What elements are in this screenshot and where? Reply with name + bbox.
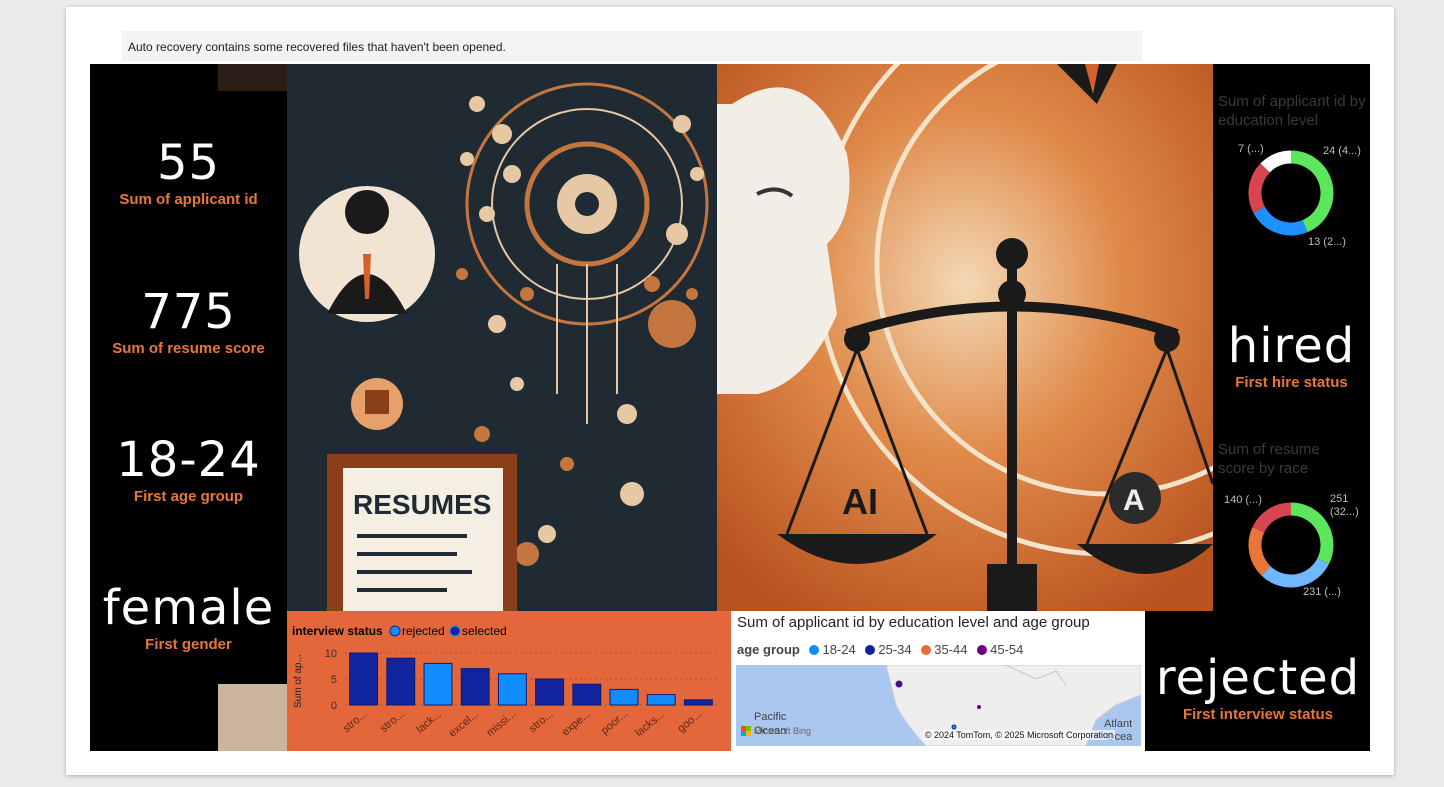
legend-dot-35-44 (921, 645, 932, 655)
bar-x-tick-label: lacks... (633, 708, 667, 739)
bar[interactable] (609, 688, 639, 706)
image-strip-top (218, 64, 288, 91)
donut-slice[interactable] (1290, 502, 1334, 565)
donut-label: 231 (...) (1303, 586, 1341, 598)
legend-marker-rejected (389, 625, 401, 637)
donut-education-title: Sum of applicant id by education level (1218, 93, 1366, 129)
donut-race-chart[interactable] (1248, 502, 1334, 588)
bar-x-tick-label: stro... (527, 708, 556, 735)
kpi-label: First interview status (1182, 706, 1334, 723)
bar-y-tick-label: 5 (331, 674, 337, 686)
donut-label: 251 (32...) (1330, 493, 1359, 518)
bar[interactable] (460, 668, 490, 706)
map-canvas[interactable]: Pacific Ocean Atlant Ocea Microsoft Bing… (736, 665, 1141, 746)
kpi-label: Sum of resume score (112, 340, 265, 357)
donut-slice[interactable] (1261, 557, 1330, 588)
report-canvas: RESUMES AI A 55 Sum of applicant id 775 … (90, 64, 1370, 751)
donut-label: 140 (...) (1224, 494, 1262, 506)
bar-legend-title: interview status (292, 624, 383, 638)
legend-item-18-24[interactable]: 18-24 (822, 642, 855, 657)
legend-marker-selected (449, 625, 461, 637)
donut-slice[interactable] (1248, 163, 1271, 213)
map-label-pacific: Pacific (754, 711, 787, 723)
kpi-first-interview-status[interactable]: rejected First interview status (1146, 654, 1370, 723)
map-point[interactable] (977, 705, 981, 709)
bar-x-tick-label: missi... (484, 708, 518, 739)
map-bing-label: Microsoft Bing (754, 726, 812, 736)
kpi-value: 775 (141, 284, 236, 340)
recovery-notification[interactable]: Auto recovery contains some recovered fi… (122, 31, 1142, 61)
donut-slice[interactable] (1290, 150, 1334, 233)
legend-dot-18-24 (809, 645, 820, 655)
bar-x-tick-label: excel... (447, 708, 481, 740)
kpi-value: female (102, 580, 275, 636)
bar-chart[interactable]: interview status rejected selected Sum o… (287, 611, 731, 751)
donut-slice[interactable] (1253, 206, 1308, 236)
bar[interactable] (683, 699, 713, 706)
kpi-value: 18-24 (116, 432, 261, 488)
kpi-value: hired (1227, 318, 1356, 374)
bar[interactable] (572, 683, 602, 706)
bar-x-tick-label: poor... (599, 708, 630, 737)
hero-a-text: A (1123, 484, 1145, 517)
legend-item-rejected[interactable]: rejected (402, 624, 445, 638)
donut-slice[interactable] (1252, 502, 1292, 533)
legend-item-25-34[interactable]: 25-34 (878, 642, 911, 657)
bar-x-tick-label: expe... (560, 708, 593, 738)
bar-y-axis-label: Sum of ap... (293, 654, 304, 708)
image-strip-bottom (218, 684, 288, 751)
kpi-label: First hire status (1235, 374, 1348, 391)
map-point[interactable] (951, 724, 957, 730)
map-point[interactable] (895, 680, 903, 688)
donut-slice[interactable] (1248, 527, 1271, 576)
bar[interactable] (386, 657, 416, 706)
bar[interactable] (349, 652, 379, 706)
hero-ai-text: AI (842, 481, 878, 522)
bar[interactable] (535, 678, 565, 706)
bar-y-tick-label: 10 (325, 648, 337, 660)
microsoft-logo-icon (741, 726, 751, 736)
bar[interactable] (646, 694, 676, 706)
kpi-label: First gender (145, 636, 232, 653)
donut-education-chart[interactable] (1248, 150, 1334, 236)
bar-x-tick-label: stro... (378, 708, 407, 735)
kpi-resume-score-sum[interactable]: 775 Sum of resume score (90, 288, 287, 357)
bar[interactable] (497, 673, 527, 706)
map-title: Sum of applicant id by education level a… (737, 614, 1090, 631)
bar-chart-panel[interactable]: interview status rejected selected Sum o… (287, 611, 731, 751)
map-legend-title: age group (737, 642, 800, 657)
legend-item-selected[interactable]: selected (462, 624, 507, 638)
kpi-label: First age group (133, 488, 244, 505)
kpi-applicant-id-sum[interactable]: 55 Sum of applicant id (90, 139, 287, 208)
donut-slice[interactable] (1260, 150, 1292, 173)
bar-x-tick-label: stro... (341, 708, 370, 735)
donut-label: 24 (4...) (1323, 145, 1361, 157)
donut-race-title: Sum of resume score by race (1218, 441, 1320, 477)
kpi-label: Sum of applicant id (119, 191, 258, 208)
legend-item-35-44[interactable]: 35-44 (934, 642, 967, 657)
legend-item-45-54[interactable]: 45-54 (990, 642, 1023, 657)
map-legend: age group 18-24 25-34 35-44 45-54 (737, 642, 1023, 657)
legend-dot-45-54 (977, 645, 988, 655)
map-copyright: © 2024 TomTom, © 2025 Microsoft Corporat… (922, 730, 1115, 740)
donut-label: 13 (2...) (1308, 236, 1346, 248)
map-panel[interactable]: Sum of applicant id by education level a… (731, 611, 1145, 751)
hero-image: RESUMES AI A (287, 64, 1213, 611)
kpi-first-age-group[interactable]: 18-24 First age group (90, 436, 287, 505)
legend-dot-25-34 (865, 645, 876, 655)
bar[interactable] (423, 662, 453, 706)
bar-y-tick-label: 0 (331, 700, 337, 712)
kpi-first-hire-status[interactable]: hired First hire status (1213, 322, 1370, 391)
bar-x-tick-label: goo... (676, 708, 705, 735)
kpi-value: 55 (156, 135, 221, 191)
kpi-value: rejected (1155, 650, 1361, 706)
bar-x-tick-label: lack... (414, 708, 444, 736)
donut-label: 7 (...) (1238, 143, 1264, 155)
hero-resume-text: RESUMES (353, 489, 491, 520)
map-label-atlantic: Atlant (1104, 718, 1133, 730)
kpi-first-gender[interactable]: female First gender (90, 584, 287, 653)
